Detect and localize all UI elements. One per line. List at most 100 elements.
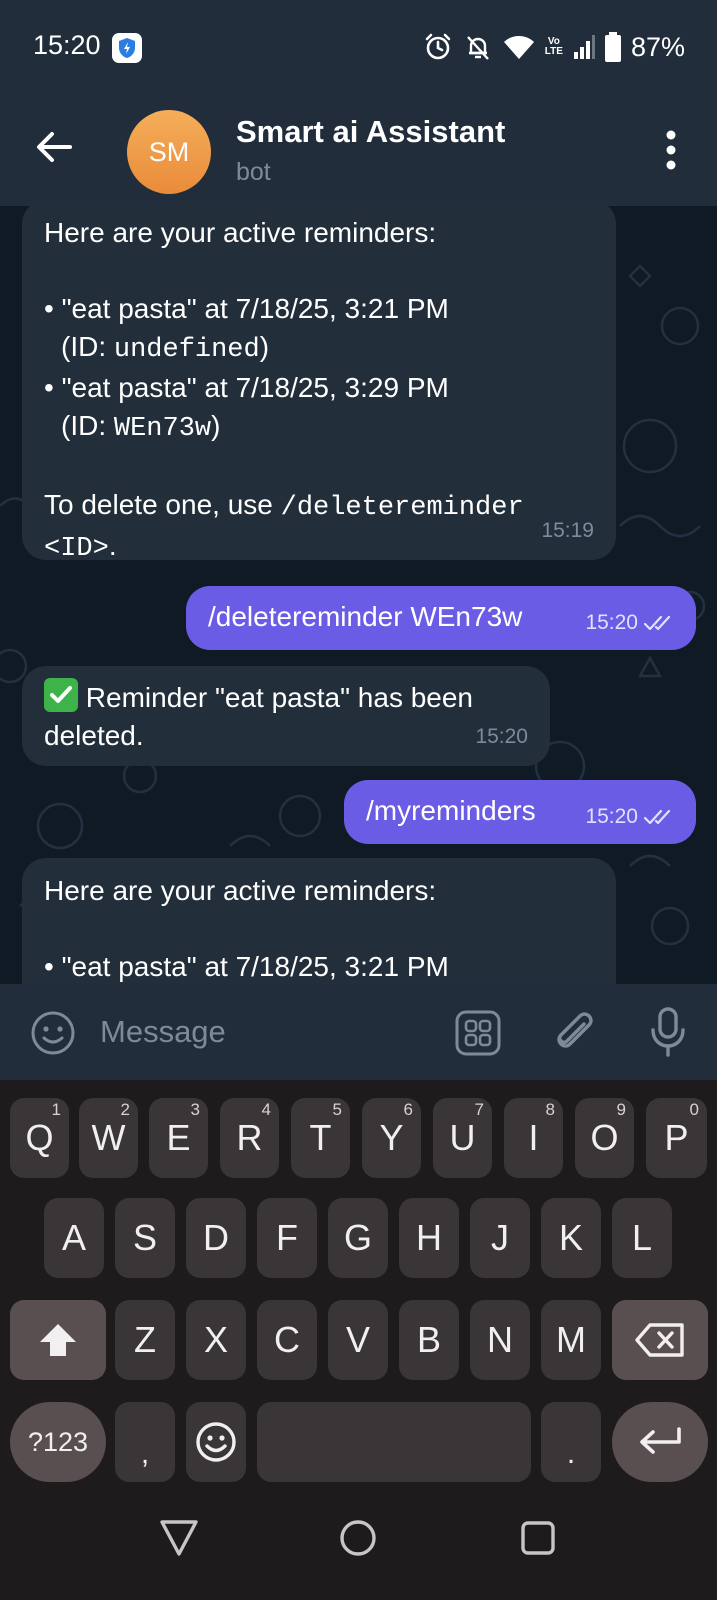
key-x[interactable]: X [186, 1300, 246, 1380]
key-z[interactable]: Z [115, 1300, 175, 1380]
message-input[interactable]: Message [100, 1014, 226, 1050]
key-p[interactable]: P0 [646, 1098, 707, 1178]
key-j[interactable]: J [470, 1198, 530, 1278]
message-bubble-outgoing[interactable]: /deletereminder WEn73w 15:20 [186, 586, 696, 650]
mute-bell-icon [466, 36, 489, 60]
key-v[interactable]: V [328, 1300, 388, 1380]
message-text: Here are your active reminders: [44, 875, 437, 906]
key-d[interactable]: D [186, 1198, 246, 1278]
double-check-icon [644, 809, 671, 825]
check-mark-emoji-icon [44, 678, 78, 712]
bot-commands-icon[interactable] [455, 1010, 501, 1056]
message-time: 15:20 [585, 604, 676, 642]
space-key[interactable] [257, 1402, 531, 1482]
key-u[interactable]: U7 [433, 1098, 492, 1178]
key-f[interactable]: F [257, 1198, 317, 1278]
back-button[interactable] [30, 122, 80, 172]
vpn-shield-icon [112, 33, 142, 63]
message-bubble-incoming[interactable]: Here are your active reminders: • "eat p… [22, 206, 616, 564]
volte-badge: Vo LTE [544, 36, 563, 57]
backspace-key[interactable] [612, 1300, 708, 1380]
comma-key[interactable]: , [115, 1402, 175, 1482]
status-time: 15:20 [33, 30, 101, 60]
message-text: • "eat pasta" at 7/18/25, 3:21 PM [44, 951, 449, 982]
key-q[interactable]: Q1 [10, 1098, 69, 1178]
key-a[interactable]: A [44, 1198, 104, 1278]
key-l[interactable]: L [612, 1198, 672, 1278]
soft-keyboard: Q1 W2 E3 R4 T5 Y6 U7 I8 O9 P0 A S D F G … [0, 1080, 717, 1484]
battery-percentage: 87% [630, 31, 685, 62]
key-b[interactable]: B [399, 1300, 459, 1380]
chat-title[interactable]: Smart ai Assistant [236, 114, 505, 150]
key-e[interactable]: E3 [149, 1098, 208, 1178]
enter-arrow-icon [640, 1427, 681, 1454]
key-h[interactable]: H [399, 1198, 459, 1278]
nav-back-triangle-icon[interactable] [158, 1518, 200, 1558]
message-text: (ID: [61, 410, 114, 441]
chat-subtitle: bot [236, 158, 271, 186]
chat-header: SM Smart ai Assistant bot [0, 92, 717, 206]
key-t[interactable]: T5 [291, 1098, 350, 1178]
key-r[interactable]: R4 [220, 1098, 279, 1178]
message-text: ) [211, 410, 221, 441]
signal-icon [573, 35, 595, 59]
nav-home-circle-icon[interactable] [338, 1518, 378, 1558]
backspace-icon [635, 1323, 684, 1357]
message-text: deleted. [44, 720, 144, 751]
symbols-key[interactable]: ?123 [10, 1402, 106, 1482]
message-time: 15:20 [475, 725, 528, 748]
status-bar: 15:20 Vo LTE 87% [0, 0, 717, 92]
alarm-icon [425, 33, 451, 60]
key-k[interactable]: K [541, 1198, 601, 1278]
message-text: . [108, 530, 117, 561]
telegram-chat-screen: 15:20 Vo LTE 87% SM Smart ai Assistant bo… [0, 0, 717, 1600]
command-code[interactable]: /deletereminder [281, 493, 524, 523]
key-n[interactable]: N [470, 1300, 530, 1380]
message-text: To delete one, use [44, 489, 281, 520]
key-w[interactable]: W2 [79, 1098, 138, 1178]
system-navigation-bar [0, 1484, 717, 1600]
attach-paperclip-icon[interactable] [551, 1008, 597, 1058]
key-y[interactable]: Y6 [362, 1098, 421, 1178]
emoji-icon[interactable] [30, 1010, 76, 1056]
emoji-key[interactable] [186, 1402, 246, 1482]
message-text: • "eat pasta" at 7/18/25, 3:21 PM [44, 293, 449, 324]
message-bubble-incoming[interactable]: Here are your active reminders: • "eat p… [22, 858, 616, 984]
message-text: /myreminders [366, 795, 536, 826]
avatar[interactable]: SM [127, 110, 211, 194]
message-composer: Message [0, 984, 717, 1080]
key-s[interactable]: S [115, 1198, 175, 1278]
message-list[interactable]: Here are your active reminders: • "eat p… [0, 206, 717, 984]
status-icons: Vo LTE 87% [423, 30, 685, 64]
double-check-icon [644, 615, 671, 631]
message-text: Reminder "eat pasta" has been [78, 682, 474, 713]
message-text: Here are your active reminders: [44, 217, 437, 248]
message-time: 15:19 [541, 519, 594, 542]
more-options-button[interactable] [665, 128, 677, 172]
enter-key[interactable] [612, 1402, 708, 1482]
message-bubble-incoming[interactable]: Reminder "eat pasta" has been deleted. 1… [22, 666, 550, 766]
reminder-id-code[interactable]: undefined [114, 335, 260, 365]
shift-arrow-icon [40, 1324, 76, 1356]
shift-key[interactable] [10, 1300, 106, 1380]
key-i[interactable]: I8 [504, 1098, 563, 1178]
wifi-icon [503, 36, 534, 59]
key-g[interactable]: G [328, 1198, 388, 1278]
message-bubble-outgoing[interactable]: /myreminders 15:20 [344, 780, 696, 844]
message-text: ) [259, 331, 270, 362]
arrow-left-icon [37, 132, 72, 162]
reminder-id-code[interactable]: WEn73w [114, 414, 211, 444]
message-time: 15:20 [585, 798, 676, 836]
microphone-icon[interactable] [648, 1006, 688, 1058]
command-code[interactable]: <ID> [44, 534, 109, 564]
message-text: /deletereminder WEn73w [208, 601, 523, 632]
key-c[interactable]: C [257, 1300, 317, 1380]
smiley-icon [196, 1422, 236, 1462]
period-key[interactable]: . [541, 1402, 601, 1482]
avatar-initials: SM [148, 136, 190, 167]
nav-recents-square-icon[interactable] [520, 1520, 556, 1556]
key-m[interactable]: M [541, 1300, 601, 1380]
message-text: (ID: [61, 331, 114, 362]
key-o[interactable]: O9 [575, 1098, 634, 1178]
dots-vertical-icon [666, 130, 676, 170]
